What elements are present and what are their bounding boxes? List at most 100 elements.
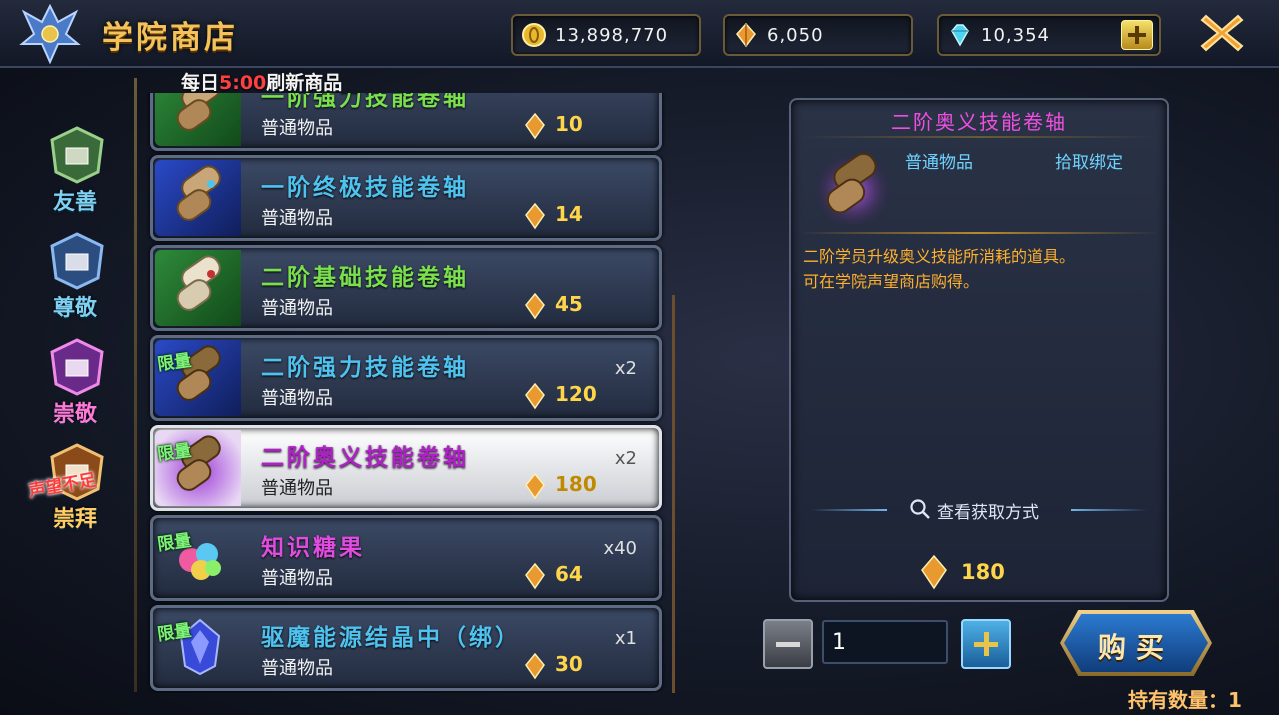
category-label: 崇敬 — [52, 402, 97, 427]
gold-amount: 13,898,770 — [555, 25, 669, 46]
decrease-quantity-button[interactable] — [763, 619, 813, 669]
buy-button-label: 购买 — [1097, 631, 1174, 664]
reputation-crystal-icon — [525, 652, 545, 680]
category-label: 尊敬 — [52, 296, 97, 321]
item-stock: x40 — [603, 538, 637, 559]
refresh-prefix: 每日 — [181, 72, 220, 94]
reputation-crystal-icon — [525, 382, 545, 410]
list-item-selected[interactable]: 限量 二阶奥义技能卷轴 普通物品 x2 180 — [150, 425, 662, 511]
item-list[interactable]: 一阶强力技能卷轴 普通物品 10 一阶终极技能卷轴 普通物品 14 二阶基础技能… — [146, 93, 666, 693]
item-name: 二阶奥义技能卷轴 — [261, 445, 469, 471]
limited-tag: 限量 — [156, 440, 193, 466]
friendly-badge-icon — [50, 126, 104, 184]
description-line: 可在学院声望商店购得。 — [803, 272, 980, 291]
owned-quantity: 持有数量：1 — [1128, 688, 1242, 712]
detail-divider — [801, 136, 1157, 138]
category-worshipped[interactable]: 声望不足 崇拜 — [27, 441, 120, 536]
detail-divider — [799, 232, 1159, 234]
item-name: 知识糖果 — [261, 535, 365, 561]
item-name: 二阶强力技能卷轴 — [261, 355, 469, 381]
refresh-note: 每日5:00刷新商品 — [181, 68, 342, 95]
reputation-crystal-icon — [525, 202, 545, 230]
list-item[interactable]: 一阶终极技能卷轴 普通物品 14 — [150, 155, 662, 241]
limited-tag: 限量 — [156, 530, 193, 556]
list-item[interactable]: 一阶强力技能卷轴 普通物品 10 — [150, 93, 662, 151]
reputation-crystal-icon — [525, 472, 545, 500]
search-icon — [910, 499, 930, 519]
increase-quantity-button[interactable] — [961, 619, 1011, 669]
item-price: 64 — [555, 562, 583, 586]
item-grade: 普通物品 — [261, 208, 333, 229]
diamond-amount: 10,354 — [981, 25, 1050, 46]
respected-badge-icon — [50, 232, 104, 290]
item-price: 30 — [555, 652, 583, 676]
list-item[interactable]: 限量 驱魔能源结晶中（绑） 普通物品 x1 30 — [150, 605, 662, 691]
shop-title: 学院商店 — [102, 20, 238, 56]
item-stock: x1 — [614, 628, 637, 649]
list-scrollbar[interactable] — [672, 295, 675, 693]
category-divider — [134, 78, 137, 692]
limited-tag: 限量 — [156, 350, 193, 376]
detail-price: 180 — [961, 560, 1005, 584]
scroll-icon — [176, 165, 221, 221]
list-item[interactable]: 限量 知识糖果 普通物品 x40 64 — [150, 515, 662, 601]
description-line: 二阶学员升级奥义技能所消耗的道具。 — [803, 247, 1076, 266]
item-grade: 普通物品 — [261, 478, 333, 499]
item-grade: 普通物品 — [261, 388, 333, 409]
item-name: 一阶强力技能卷轴 — [261, 93, 469, 111]
reputation-amount: 6,050 — [767, 25, 824, 46]
item-price: 45 — [555, 292, 583, 316]
category-respected[interactable]: 尊敬 — [30, 230, 120, 325]
buy-button[interactable]: 购买 — [1064, 614, 1208, 672]
academy-emblem-icon — [19, 4, 81, 64]
list-item[interactable]: 二阶基础技能卷轴 普通物品 45 — [150, 245, 662, 331]
item-grade: 普通物品 — [261, 568, 333, 589]
detail-bind-type: 拾取绑定 — [1055, 153, 1123, 173]
view-obtain-method-label: 查看获取方式 — [937, 503, 1039, 523]
gold-coin-icon — [522, 23, 546, 47]
scroll-icon — [176, 93, 221, 131]
detail-grade: 普通物品 — [905, 153, 973, 173]
category-label: 友善 — [52, 190, 97, 215]
item-detail-panel: 二阶奥义技能卷轴 普通物品 拾取绑定 二阶学员升级奥义技能所消耗的道具。 可在学… — [789, 98, 1169, 602]
item-name: 一阶终极技能卷轴 — [261, 175, 469, 201]
item-name: 二阶基础技能卷轴 — [261, 265, 469, 291]
item-stock: x2 — [614, 448, 637, 469]
reputation-crystal-icon — [525, 562, 545, 590]
reputation-crystal-icon — [525, 292, 545, 320]
revered-badge-icon — [50, 338, 104, 396]
add-diamond-button[interactable] — [1121, 20, 1153, 50]
reputation-crystal-icon — [525, 112, 545, 140]
item-stock: x2 — [614, 358, 637, 379]
diamond-currency: 10,354 — [937, 14, 1161, 56]
scroll-icon — [815, 150, 891, 224]
item-price: 180 — [555, 472, 597, 496]
category-revered[interactable]: 崇敬 — [30, 336, 120, 431]
decor-line — [811, 509, 887, 511]
item-grade: 普通物品 — [261, 658, 333, 679]
list-item[interactable]: 限量 二阶强力技能卷轴 普通物品 x2 120 — [150, 335, 662, 421]
refresh-time: 5:00 — [219, 72, 267, 94]
diamond-gem-icon — [951, 24, 969, 47]
reputation-currency: 6,050 — [723, 14, 913, 56]
decor-line — [1071, 509, 1147, 511]
item-name: 驱魔能源结晶中（绑） — [261, 625, 521, 651]
quantity-input[interactable] — [822, 620, 948, 664]
detail-description: 二阶学员升级奥义技能所消耗的道具。 可在学院声望商店购得。 — [803, 244, 1159, 294]
item-price: 14 — [555, 202, 583, 226]
scroll-icon — [176, 255, 221, 311]
item-price: 120 — [555, 382, 597, 406]
reputation-crystal-icon — [736, 22, 756, 48]
item-grade: 普通物品 — [261, 118, 333, 139]
refresh-suffix: 刷新商品 — [266, 72, 343, 94]
category-friendly[interactable]: 友善 — [30, 124, 120, 219]
view-obtain-method-button[interactable]: 查看获取方式 — [791, 498, 1167, 523]
reputation-crystal-icon — [921, 554, 947, 590]
top-bar: 学院商店 13,898,770 6,050 10,354 — [0, 0, 1279, 68]
detail-title: 二阶奥义技能卷轴 — [891, 110, 1067, 134]
limited-tag: 限量 — [156, 620, 193, 646]
close-icon[interactable] — [1198, 10, 1246, 56]
gold-currency: 13,898,770 — [511, 14, 701, 56]
item-grade: 普通物品 — [261, 298, 333, 319]
category-label: 崇拜 — [52, 507, 97, 532]
